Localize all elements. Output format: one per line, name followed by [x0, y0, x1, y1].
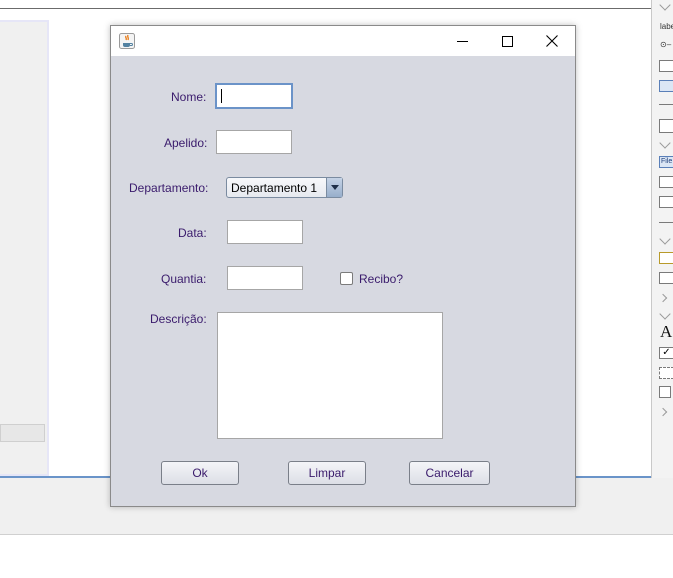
- panel-palette-icon[interactable]: [659, 367, 673, 379]
- maximize-icon: [501, 35, 513, 47]
- quantia-label: Quantia:: [161, 272, 207, 286]
- nome-label: Nome:: [171, 90, 207, 104]
- text-caret: [221, 89, 222, 103]
- apelido-field[interactable]: [216, 130, 292, 154]
- ide-panel-resize-bar[interactable]: [0, 424, 45, 442]
- palette-label-item[interactable]: labe: [660, 22, 673, 31]
- palette-collapse-icon[interactable]: [659, 233, 671, 245]
- ide-left-panel: [0, 20, 49, 476]
- data-field[interactable]: [227, 220, 303, 244]
- recibo-checkbox[interactable]: [340, 272, 353, 285]
- combobox-palette-icon[interactable]: [659, 80, 673, 92]
- progressbar-palette-icon[interactable]: [659, 176, 673, 188]
- departamento-combobox[interactable]: Departamento 1: [226, 177, 343, 198]
- ide-component-palette: labe ⊙– File A ✓: [651, 0, 673, 478]
- form-dialog: Nome: Apelido: Departamento: Departament…: [110, 25, 576, 507]
- maximize-button[interactable]: [484, 26, 530, 56]
- palette-collapse-icon[interactable]: [659, 0, 671, 11]
- ok-button[interactable]: Ok: [161, 461, 239, 485]
- close-button[interactable]: [529, 26, 575, 56]
- dialog-titlebar[interactable]: [111, 26, 575, 56]
- nome-field[interactable]: [215, 83, 293, 109]
- separator-palette-icon[interactable]: [659, 104, 673, 105]
- palette-expand-icon[interactable]: [658, 293, 668, 303]
- descricao-label: Descrição:: [150, 312, 207, 326]
- document-palette-icon[interactable]: [659, 386, 671, 398]
- palette-collapse-icon[interactable]: [659, 137, 671, 149]
- chevron-down-icon[interactable]: [326, 178, 342, 197]
- quantia-field[interactable]: [227, 266, 303, 290]
- textfield-palette-icon[interactable]: [659, 60, 673, 72]
- cancelar-button[interactable]: Cancelar: [409, 461, 490, 485]
- apelido-label: Apelido:: [164, 136, 208, 150]
- slider-palette-icon[interactable]: [659, 196, 673, 208]
- font-palette-icon[interactable]: A: [660, 322, 672, 342]
- table-palette-icon[interactable]: [659, 119, 673, 133]
- departamento-selected-value: Departamento 1: [231, 181, 318, 195]
- data-label: Data:: [178, 226, 207, 240]
- minimize-button[interactable]: [439, 26, 485, 56]
- departamento-label: Departamento:: [129, 181, 209, 195]
- separator-palette-icon[interactable]: [659, 222, 673, 223]
- optionpane-palette-icon[interactable]: [659, 252, 673, 264]
- label-group-palette-icon[interactable]: [659, 272, 673, 284]
- descricao-textarea[interactable]: [217, 312, 443, 439]
- checkbox-palette-icon[interactable]: ✓: [659, 347, 673, 359]
- palette-collapse-icon[interactable]: [659, 308, 671, 320]
- limpar-button[interactable]: Limpar: [288, 461, 366, 485]
- close-icon: [546, 35, 558, 47]
- minimize-icon: [456, 40, 468, 42]
- java-app-icon: [119, 33, 135, 49]
- recibo-label[interactable]: Recibo?: [359, 272, 403, 286]
- filechooser-palette-icon[interactable]: File: [659, 156, 673, 168]
- radio-button-palette-icon[interactable]: ⊙–: [660, 40, 671, 49]
- palette-expand-icon[interactable]: [658, 407, 668, 417]
